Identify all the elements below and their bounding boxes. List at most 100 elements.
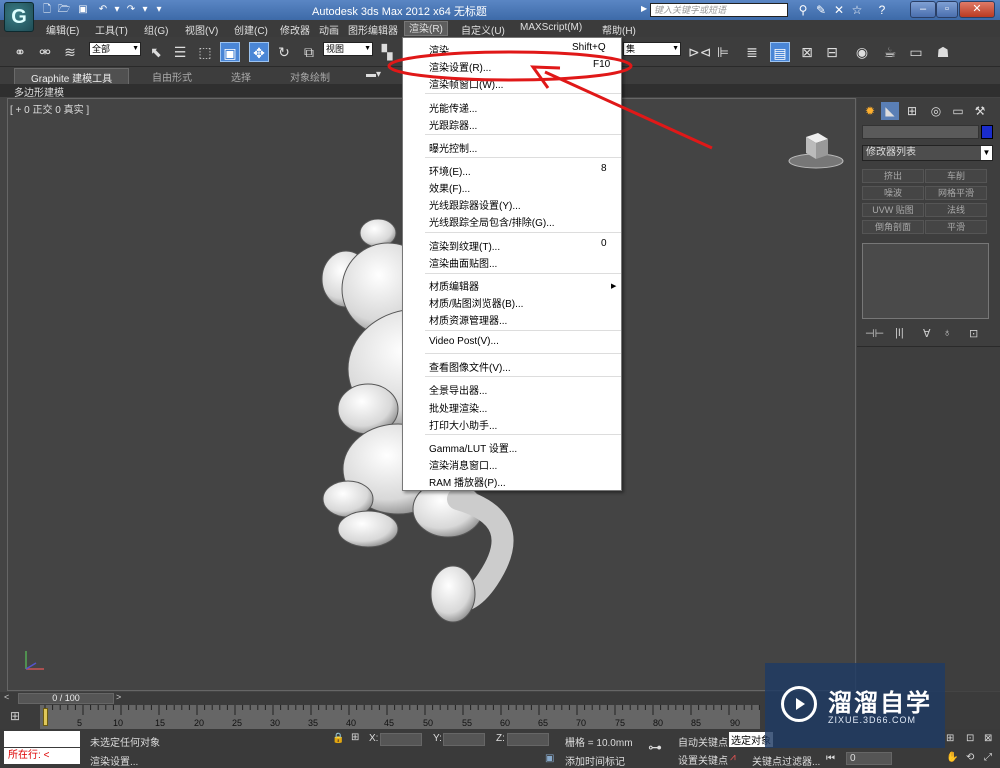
menu-item-render-surface-map[interactable]: 渲染曲面贴图... — [429, 255, 497, 270]
normal-button[interactable]: 法线 — [925, 203, 987, 217]
selection-filter-dropdown[interactable]: 全部 ▼ — [89, 42, 141, 56]
new-file-icon[interactable]: 🗋 — [40, 3, 54, 16]
set-key-button[interactable]: 设置关键点 — [678, 752, 728, 767]
graphite-toggle-icon[interactable]: ▤ — [770, 42, 790, 62]
frame-counter[interactable]: 0 / 100 — [18, 693, 114, 704]
schematic-view-icon[interactable]: ⊟ — [822, 42, 842, 62]
menu-group[interactable]: 组(G) — [144, 22, 168, 37]
bevel-profile-button[interactable]: 倒角剖面 — [862, 220, 924, 234]
zoom-extents-icon[interactable]: ⊞ — [946, 733, 954, 744]
configure-sets-icon[interactable]: ⊡ — [969, 327, 978, 340]
quick-access-dropdown-icon[interactable]: ▾ — [152, 3, 166, 16]
menu-item-material-editor[interactable]: 材质编辑器 — [429, 278, 479, 293]
menu-item-light-tracer[interactable]: 光跟踪器... — [429, 117, 477, 132]
mini-curve-editor-icon[interactable]: ⊞ — [10, 709, 20, 723]
menu-item-video-post[interactable]: Video Post(V)... — [429, 336, 499, 347]
zoom-all-icon[interactable]: ⊡ — [966, 733, 974, 744]
select-and-move-icon[interactable]: ✥ — [249, 42, 269, 62]
menu-item-ram-player[interactable]: RAM 播放器(P)... — [429, 474, 506, 489]
add-time-tag-button[interactable]: 添加时间标记 — [565, 753, 625, 768]
key-icon[interactable]: ⊶ — [648, 739, 662, 756]
menu-item-rendered-frame-window[interactable]: 渲染帧窗口(W)... — [429, 76, 503, 91]
z-coord-field[interactable] — [507, 733, 549, 746]
favorites-icon[interactable]: ☆ — [849, 2, 865, 18]
named-selection-dropdown[interactable]: 集 ▼ — [623, 42, 681, 56]
zoom-icon[interactable]: ⊠ — [984, 733, 992, 744]
orbit-icon[interactable]: ⟲ — [966, 752, 974, 763]
object-color-swatch[interactable] — [981, 125, 993, 139]
lock-selection-icon[interactable]: 🔒 — [332, 733, 344, 744]
x-coord-field[interactable] — [380, 733, 422, 746]
menu-item-material-map-browser[interactable]: 材质/贴图浏览器(B)... — [429, 295, 523, 310]
noise-button[interactable]: 噪波 — [862, 186, 924, 200]
menu-item-raytrace-include-exclude[interactable]: 光线跟踪全局包含/排除(G)... — [429, 214, 555, 229]
track-area[interactable]: 5 10 15 20 25 30 35 40 45 50 55 60 65 70… — [40, 705, 760, 729]
menu-item-render[interactable]: 渲染 — [429, 42, 449, 57]
search-input[interactable]: 键入关键字或短语 — [650, 3, 788, 17]
selection-region-icon[interactable]: ⬚ — [195, 42, 215, 62]
render-production-icon[interactable]: ☗ — [933, 42, 953, 62]
smooth-button[interactable]: 平滑 — [925, 220, 987, 234]
menu-item-view-image-file[interactable]: 查看图像文件(V)... — [429, 359, 511, 374]
align-icon[interactable]: ⊫ — [713, 42, 733, 62]
tab-freeform[interactable]: 自由形式 — [152, 69, 192, 84]
motion-tab-icon[interactable]: ◎ — [927, 102, 945, 120]
redo-icon[interactable]: ↷ — [124, 3, 138, 16]
select-and-rotate-icon[interactable]: ↻ — [274, 42, 294, 62]
menu-item-render-message-window[interactable]: 渲染消息窗口... — [429, 457, 497, 472]
auto-key-button[interactable]: 自动关键点 — [678, 734, 728, 749]
current-frame-marker[interactable] — [43, 708, 48, 726]
menu-item-raytracer-settings[interactable]: 光线跟踪器设置(Y)... — [429, 197, 521, 212]
extrude-button[interactable]: 挤出 — [862, 169, 924, 183]
menu-item-render-setup[interactable]: 渲染设置(R)... — [429, 59, 491, 74]
undo-dropdown-icon[interactable]: ▾ — [110, 3, 124, 16]
modifier-stack[interactable] — [862, 243, 989, 319]
maximize-viewport-icon[interactable]: ⤢ — [984, 752, 992, 763]
meshsmooth-button[interactable]: 网格平滑 — [925, 186, 987, 200]
menu-item-panorama-exporter[interactable]: 全景导出器... — [429, 382, 487, 397]
render-setup-icon[interactable]: ☕ — [880, 42, 900, 62]
tab-object-paint[interactable]: 对象绘制 — [290, 69, 330, 84]
mirror-icon[interactable]: ⊳⊲ — [688, 42, 711, 62]
menu-maxscript[interactable]: MAXScript(M) — [520, 22, 582, 33]
menu-item-render-to-texture[interactable]: 渲染到纹理(T)... — [429, 238, 500, 253]
menu-animation[interactable]: 动画 — [319, 22, 339, 37]
lathe-button[interactable]: 车削 — [925, 169, 987, 183]
menu-item-exposure-control[interactable]: 曝光控制... — [429, 140, 477, 155]
menu-edit[interactable]: 编辑(E) — [46, 22, 79, 37]
tab-selection[interactable]: 选择 — [231, 69, 251, 84]
polygon-modeling-label[interactable]: 多边形建模 — [14, 84, 64, 99]
menu-item-batch-render[interactable]: 批处理渲染... — [429, 400, 487, 415]
curve-editor-icon[interactable]: ⊠ — [797, 42, 817, 62]
set-key-icon[interactable]: ⩘ — [730, 752, 736, 763]
menu-item-print-size-assistant[interactable]: 打印大小助手... — [429, 417, 497, 432]
menu-item-material-explorer[interactable]: 材质资源管理器... — [429, 312, 507, 327]
menu-modifiers[interactable]: 修改器 — [280, 22, 310, 37]
communication-icon[interactable]: ✕ — [831, 2, 847, 18]
select-and-scale-icon[interactable]: ⧉ — [299, 42, 319, 62]
modifier-list-dropdown[interactable]: 修改器列表 ▼ — [862, 145, 993, 161]
utilities-tab-icon[interactable]: ⚒ — [971, 102, 989, 120]
time-slider-next-button[interactable]: > — [116, 692, 121, 702]
link-icon[interactable]: ⚭ — [10, 42, 30, 62]
key-filters-button[interactable]: 关键点过滤器... — [752, 753, 820, 768]
reference-coordinate-dropdown[interactable]: 视图 ▼ — [323, 42, 373, 56]
pivot-center-icon[interactable]: ▚ — [377, 42, 397, 62]
menu-create[interactable]: 创建(C) — [234, 22, 268, 37]
remove-modifier-icon[interactable]: ♁ — [943, 327, 951, 339]
object-name-field[interactable] — [862, 125, 979, 139]
menu-views[interactable]: 视图(V) — [185, 22, 218, 37]
layer-manager-icon[interactable]: ≣ — [742, 42, 762, 62]
subscription-icon[interactable]: ✎ — [813, 2, 829, 18]
viewcube-icon[interactable] — [786, 127, 846, 172]
menu-item-environment[interactable]: 环境(E)... — [429, 163, 471, 178]
menu-item-radiosity[interactable]: 光能传递... — [429, 100, 477, 115]
maxscript-listener-line[interactable]: 所在行: < — [4, 748, 80, 764]
unlink-icon[interactable]: ⚮ — [35, 42, 55, 62]
undo-icon[interactable]: ↶ — [96, 3, 110, 16]
uvw-map-button[interactable]: UVW 贴图 — [862, 203, 924, 217]
menu-tools[interactable]: 工具(T) — [95, 22, 128, 37]
binoculars-icon[interactable]: ⚲ — [795, 2, 811, 18]
maxscript-listener-top[interactable] — [4, 731, 80, 747]
redo-dropdown-icon[interactable]: ▾ — [138, 3, 152, 16]
